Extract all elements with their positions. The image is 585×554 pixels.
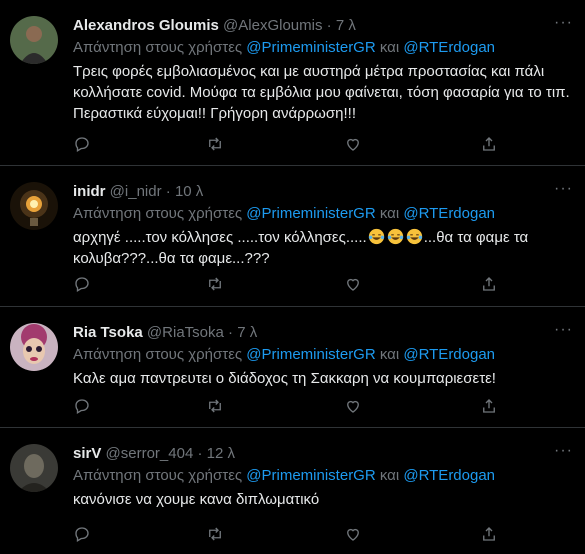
display-name[interactable]: Alexandros Gloumis (73, 17, 219, 34)
display-name[interactable]: Ria Tsoka (73, 324, 143, 341)
timestamp[interactable]: 10 λ (175, 183, 203, 200)
tweet-text: Τρεις φορές εμβολιασμένος και με αυστηρά… (73, 63, 570, 122)
tweet-text: αρχηγέ .....τον κόλλησες .....τον κόλλησ… (73, 227, 573, 269)
mention-link[interactable]: @RTErdogan (403, 467, 495, 484)
user-handle[interactable]: @serror_404 (106, 445, 194, 462)
tears-of-joy-emoji-icon (368, 228, 384, 245)
tears-of-joy-emoji-icon (387, 228, 403, 245)
reply-and: και (379, 467, 400, 484)
like-icon[interactable] (344, 525, 364, 545)
mention-link[interactable]: @PrimeministerGR (246, 205, 375, 222)
tweet-text: Καλε αμα παντρευτει ο διάδοχος τη Σακκαρ… (73, 370, 496, 387)
separator: · (228, 324, 234, 341)
tweet-header: sirV @serror_404 · 12 λ (73, 444, 235, 464)
reply-prefix: Απάντηση στους χρήστες (73, 467, 243, 484)
reply-feed: Alexandros Gloumis @AlexGloumis · 7 λ ··… (0, 0, 585, 554)
reply-and: και (379, 39, 400, 56)
more-icon[interactable]: ··· (554, 321, 573, 339)
more-icon[interactable]: ··· (554, 14, 573, 32)
reply-icon[interactable] (73, 275, 93, 295)
reply-prefix: Απάντηση στους χρήστες (73, 205, 243, 222)
tweet-text-part: αρχηγέ .....τον κόλλησες .....τον κόλλησ… (73, 229, 367, 246)
retweet-icon[interactable] (206, 525, 226, 545)
like-icon[interactable] (344, 135, 364, 155)
reply-context: Απάντηση στους χρήστες @PrimeministerGR … (73, 38, 495, 58)
share-icon[interactable] (480, 275, 500, 295)
tweet-header: Alexandros Gloumis @AlexGloumis · 7 λ (73, 16, 356, 36)
reply-and: και (379, 205, 400, 222)
separator: · (197, 445, 203, 462)
like-icon[interactable] (344, 275, 364, 295)
mention-link[interactable]: @PrimeministerGR (246, 39, 375, 56)
mention-link[interactable]: @PrimeministerGR (246, 467, 375, 484)
avatar[interactable] (10, 323, 58, 371)
timestamp[interactable]: 7 λ (336, 17, 356, 34)
share-icon[interactable] (480, 525, 500, 545)
avatar[interactable] (10, 444, 58, 492)
reply-context: Απάντηση στους χρήστες @PrimeministerGR … (73, 345, 495, 365)
mention-link[interactable]: @RTErdogan (403, 39, 495, 56)
reply-context: Απάντηση στους χρήστες @PrimeministerGR … (73, 204, 495, 224)
reply-icon[interactable] (73, 135, 93, 155)
tweet-actions (73, 135, 513, 155)
user-handle[interactable]: @i_nidr (110, 183, 162, 200)
tweet-actions (73, 525, 513, 545)
user-handle[interactable]: @AlexGloumis (223, 17, 322, 34)
like-icon[interactable] (344, 397, 364, 417)
reply-prefix: Απάντηση στους χρήστες (73, 346, 243, 363)
reply-and: και (379, 346, 400, 363)
display-name[interactable]: inidr (73, 183, 106, 200)
more-icon[interactable]: ··· (554, 442, 573, 460)
mention-link[interactable]: @RTErdogan (403, 346, 495, 363)
tweet-header: Ria Tsoka @RiaTsoka · 7 λ (73, 323, 257, 343)
display-name[interactable]: sirV (73, 445, 101, 462)
tweet[interactable]: Ria Tsoka @RiaTsoka · 7 λ ··· Απάντηση σ… (0, 307, 585, 428)
separator: · (326, 17, 332, 34)
avatar[interactable] (10, 182, 58, 230)
avatar[interactable] (10, 16, 58, 64)
separator: · (165, 183, 171, 200)
user-handle[interactable]: @RiaTsoka (147, 324, 224, 341)
tweet-actions (73, 397, 513, 417)
more-icon[interactable]: ··· (554, 180, 573, 198)
reply-prefix: Απάντηση στους χρήστες (73, 39, 243, 56)
timestamp[interactable]: 12 λ (207, 445, 235, 462)
tears-of-joy-emoji-icon (406, 228, 422, 245)
mention-link[interactable]: @RTErdogan (403, 205, 495, 222)
share-icon[interactable] (480, 135, 500, 155)
tweet[interactable]: inidr @i_nidr · 10 λ ··· Απάντηση στους … (0, 166, 585, 307)
share-icon[interactable] (480, 397, 500, 417)
tweet-header: inidr @i_nidr · 10 λ (73, 182, 203, 202)
tweet-actions (73, 275, 513, 295)
tweet-text: κανόνισε να χουμε κανα διπλωματικό (73, 491, 320, 508)
tweet[interactable]: sirV @serror_404 · 12 λ ··· Απάντηση στο… (0, 428, 585, 554)
timestamp[interactable]: 7 λ (237, 324, 257, 341)
reply-icon[interactable] (73, 397, 93, 417)
retweet-icon[interactable] (206, 275, 226, 295)
retweet-icon[interactable] (206, 397, 226, 417)
reply-context: Απάντηση στους χρήστες @PrimeministerGR … (73, 466, 495, 486)
reply-icon[interactable] (73, 525, 93, 545)
retweet-icon[interactable] (206, 135, 226, 155)
mention-link[interactable]: @PrimeministerGR (246, 346, 375, 363)
tweet[interactable]: Alexandros Gloumis @AlexGloumis · 7 λ ··… (0, 0, 585, 166)
